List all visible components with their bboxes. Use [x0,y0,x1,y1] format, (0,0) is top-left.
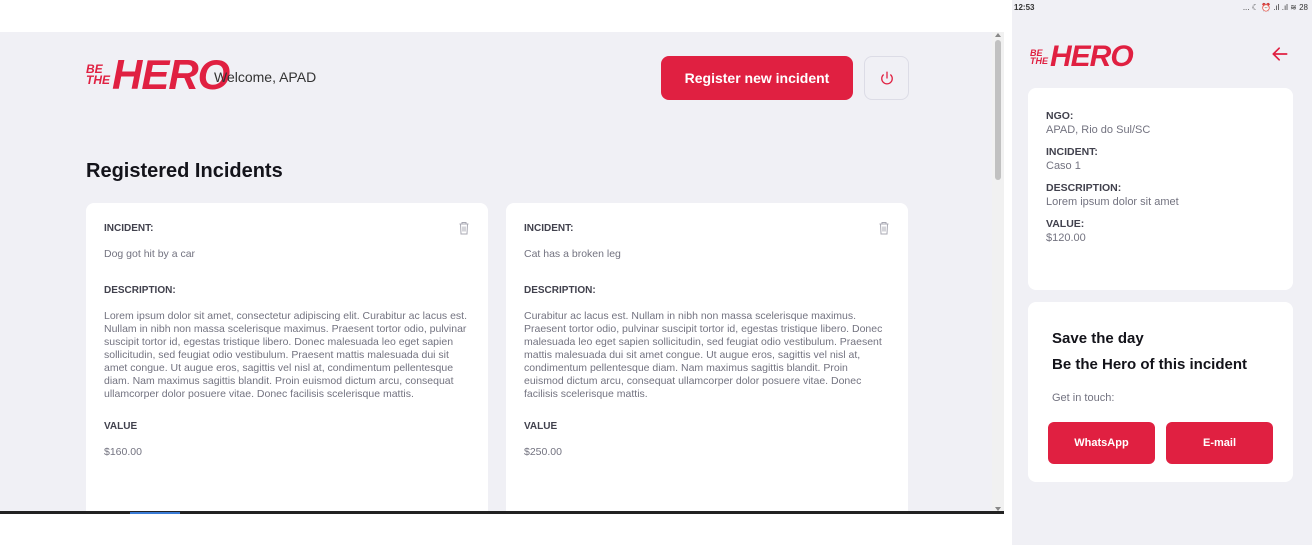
mobile-detail-page: 12:53 ... ☾ ⏰ .ıl .ıl ≋ 28 BE THE HERO N… [1012,0,1312,545]
description-label: DESCRIPTION: [1046,182,1122,194]
incident-value: $160.00 [104,446,142,458]
ngo-value: APAD, Rio do Sul/SC [1046,124,1151,136]
incident-label: INCIDENT: [1046,146,1098,158]
logo-prefix: BE THE [1030,48,1048,66]
email-button[interactable]: E-mail [1166,422,1273,464]
incident-title: Dog got hit by a car [104,248,196,260]
description-label: DESCRIPTION: [104,285,176,296]
page-title: Registered Incidents [86,160,283,182]
status-time: 12:53 [1014,3,1035,12]
trash-icon [459,222,469,235]
delete-button[interactable] [878,221,890,240]
delete-button[interactable] [458,221,470,240]
incident-label: INCIDENT: [524,223,574,234]
status-bar: 12:53 ... ☾ ⏰ .ıl .ıl ≋ 28 [1012,0,1312,16]
value-label: VALUE: [1046,218,1085,230]
value-label: VALUE [524,421,558,432]
contact-buttons: WhatsApp E-mail [1048,422,1273,464]
incident-card: INCIDENT: Dog got hit by a car DESCRIPTI… [86,203,488,512]
contact-card: Save the day Be the Hero of this inciden… [1028,302,1293,482]
value-label: VALUE [104,421,138,432]
status-icons: ... ☾ ⏰ .ıl .ıl ≋ 28 [1242,3,1308,12]
trash-icon [879,222,889,235]
incident-detail-card: NGO: APAD, Rio do Sul/SC INCIDENT: Caso … [1028,88,1293,290]
ngo-label: NGO: [1046,110,1074,122]
incident-value: Caso 1 [1046,160,1081,172]
description-label: DESCRIPTION: [524,285,596,296]
incident-description: Curabitur ac lacus est. Nullam in nibh n… [524,310,883,400]
description-value: Lorem ipsum dolor sit amet [1046,196,1179,208]
back-button[interactable] [1270,44,1290,69]
taskbar-edge [0,511,1004,514]
logo-word: HERO [112,51,230,98]
incident-title: Cat has a broken leg [524,248,621,260]
value-amount: $120.00 [1046,232,1086,244]
get-in-touch-text: Get in touch: [1052,392,1115,404]
desktop-profile-page: BE THE HERO Welcome, APAD Register new i… [0,32,992,512]
vertical-scrollbar[interactable] [992,32,1004,512]
incident-card: INCIDENT: Cat has a broken leg DESCRIPTI… [506,203,908,512]
scroll-up-icon[interactable] [995,33,1001,37]
incident-description: Lorem ipsum dolor sit amet, consectetur … [104,310,467,400]
arrow-left-icon [1272,47,1288,61]
logout-button[interactable] [864,56,909,100]
register-incident-button[interactable]: Register new incident [661,56,853,100]
contact-title: Save the day [1052,330,1144,347]
logo-prefix: BE THE [86,62,110,87]
scrollbar-thumb[interactable] [995,40,1001,180]
brand-logo: BE THE HERO [1030,40,1134,73]
incident-label: INCIDENT: [104,223,154,234]
logo-word: HERO [1050,40,1134,73]
power-icon [880,71,893,85]
welcome-text: Welcome, APAD [214,69,317,85]
contact-subtitle: Be the Hero of this incident [1052,356,1248,373]
brand-logo: BE THE HERO [86,51,230,98]
whatsapp-button[interactable]: WhatsApp [1048,422,1155,464]
incident-value: $250.00 [524,446,562,458]
taskbar-indicator [130,512,180,514]
